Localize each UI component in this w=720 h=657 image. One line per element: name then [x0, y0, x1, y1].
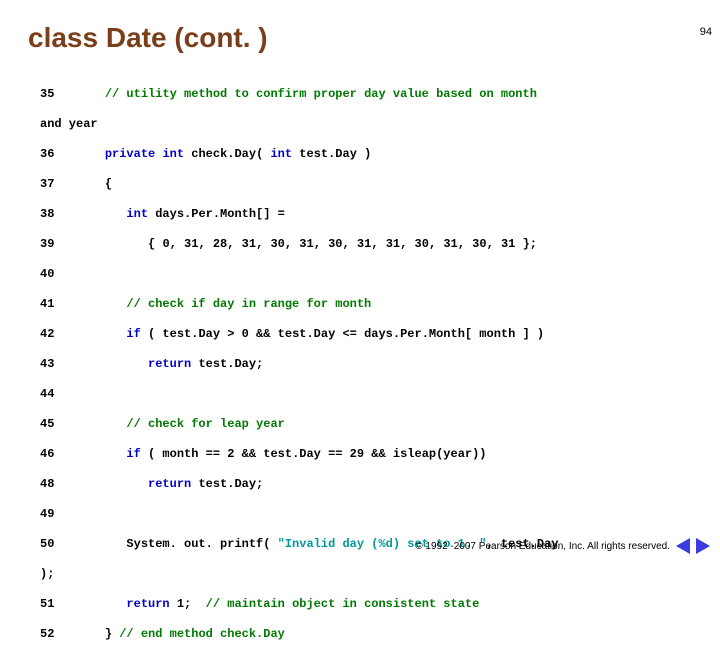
line-num: 50	[40, 537, 54, 551]
line-num: 39	[40, 237, 54, 251]
symbol: };	[515, 237, 537, 251]
comment: // end method check.Day	[119, 627, 285, 641]
line-num: 40	[40, 267, 54, 281]
keyword: return	[148, 357, 191, 371]
number: 31	[184, 237, 198, 251]
slide-title: class Date (cont. )	[28, 22, 720, 54]
comma: ,	[256, 237, 270, 251]
code-text: System. out. printf(	[126, 537, 277, 551]
line-num: 51	[40, 597, 54, 611]
line-num: 46	[40, 447, 54, 461]
prev-slide-icon[interactable]	[676, 538, 690, 554]
footer: © 1992 -2007 Pearson Education, Inc. All…	[415, 538, 710, 554]
code-text: ( month ==	[141, 447, 227, 461]
next-slide-icon[interactable]	[696, 538, 710, 554]
code-text: ( test.Day >	[141, 327, 242, 341]
line-num: 35	[40, 87, 54, 101]
comment: // check for leap year	[126, 417, 284, 431]
number: 1	[170, 597, 184, 611]
line-num: 36	[40, 147, 54, 161]
comma: ,	[198, 237, 212, 251]
code-text: days.Per.Month[] =	[148, 207, 285, 221]
number: 28	[213, 237, 227, 251]
keyword: int	[270, 147, 292, 161]
line-num: 44	[40, 387, 54, 401]
comment: // maintain object in consistent state	[206, 597, 480, 611]
comma: ,	[458, 237, 472, 251]
comma: ,	[429, 237, 443, 251]
line-num: 52	[40, 627, 54, 641]
code-text: ;	[184, 597, 206, 611]
wrap-text: and year	[40, 117, 98, 131]
number: 30	[472, 237, 486, 251]
number: 31	[501, 237, 515, 251]
line-num: 41	[40, 297, 54, 311]
number: 31	[299, 237, 313, 251]
keyword: return	[126, 597, 169, 611]
keyword: int	[162, 147, 184, 161]
number: 30	[270, 237, 284, 251]
symbol: {	[105, 177, 112, 191]
line-num: 43	[40, 357, 54, 371]
comma: ,	[285, 237, 299, 251]
comment: // check if day in range for month	[126, 297, 371, 311]
keyword: return	[148, 477, 191, 491]
line-num: 37	[40, 177, 54, 191]
comma: ,	[227, 237, 241, 251]
line-num: 38	[40, 207, 54, 221]
number: 29	[350, 447, 364, 461]
comma: ,	[487, 237, 501, 251]
code-text: check.Day(	[191, 147, 270, 161]
line-num: 45	[40, 417, 54, 431]
comma: ,	[400, 237, 414, 251]
number: 0	[162, 237, 169, 251]
code-text: test.Day )	[292, 147, 371, 161]
code-text: test.Day;	[191, 477, 263, 491]
keyword: if	[126, 327, 140, 341]
keyword: int	[126, 207, 148, 221]
number: 31	[357, 237, 371, 251]
comma: ,	[371, 237, 385, 251]
comma: ,	[343, 237, 357, 251]
number: 0	[242, 327, 249, 341]
comma: ,	[170, 237, 184, 251]
code-text: && test.Day <= days.Per.Month[ month ] )	[249, 327, 544, 341]
comma: ,	[314, 237, 328, 251]
code-block: 35 // utility method to confirm proper d…	[40, 72, 720, 657]
copyright-text: © 1992 -2007 Pearson Education, Inc. All…	[415, 541, 670, 552]
number: 31	[386, 237, 400, 251]
code-text: }	[105, 627, 119, 641]
code-text: test.Day;	[191, 357, 263, 371]
keyword: if	[126, 447, 140, 461]
number: 30	[328, 237, 342, 251]
number: 30	[415, 237, 429, 251]
page-number: 94	[700, 26, 712, 38]
line-num: 48	[40, 477, 54, 491]
line-num: 49	[40, 507, 54, 521]
number: 31	[443, 237, 457, 251]
number: 31	[242, 237, 256, 251]
code-text: && test.Day ==	[234, 447, 349, 461]
keyword: private	[105, 147, 155, 161]
line-num: 42	[40, 327, 54, 341]
comment: // utility method to confirm proper day …	[105, 87, 537, 101]
wrap-text: );	[40, 567, 54, 581]
symbol: {	[148, 237, 162, 251]
code-text: && isleap(year))	[364, 447, 486, 461]
